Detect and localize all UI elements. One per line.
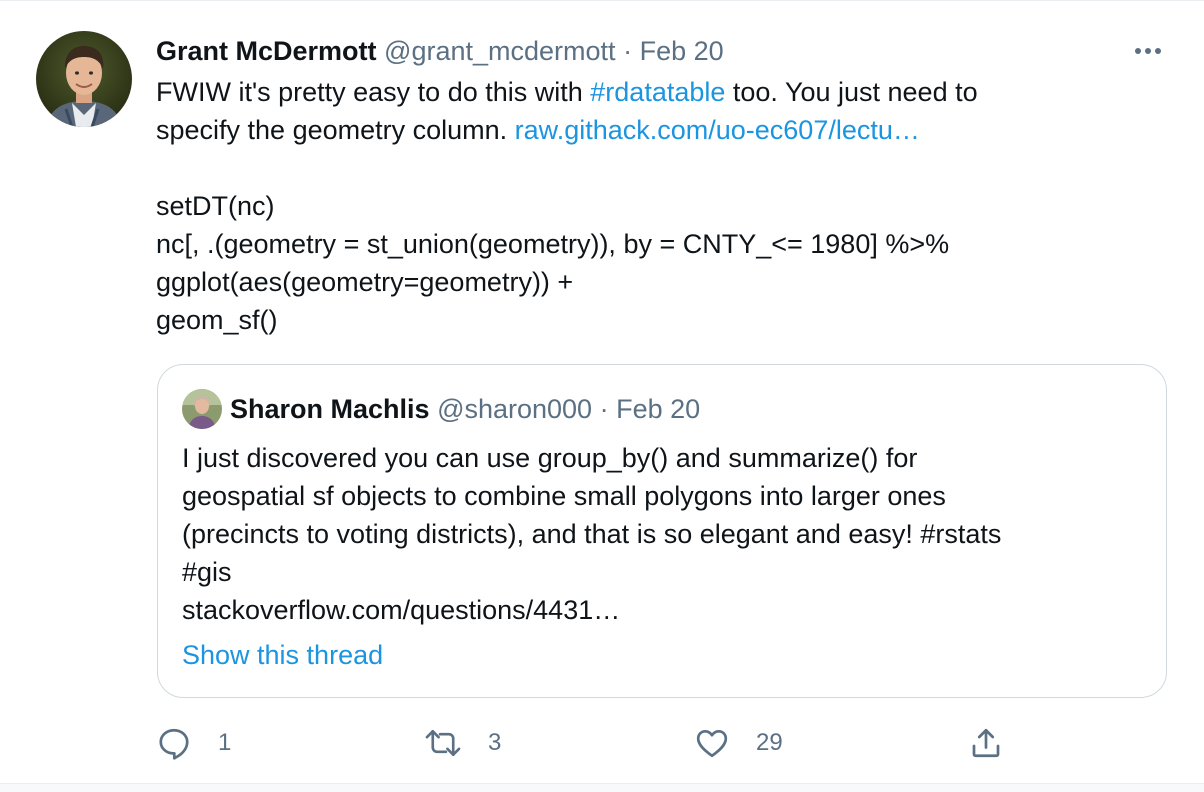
hashtag-link[interactable]: #rdatatable — [590, 77, 725, 107]
share-button[interactable] — [968, 721, 1004, 765]
tweet-actions: 1 3 29 — [156, 721, 1016, 765]
text-segment: specify the geometry column. — [156, 115, 515, 145]
quoted-tweet-text: I just discovered you can use group_by()… — [182, 439, 1152, 629]
retweet-icon — [425, 729, 461, 757]
text-segment: too. You just need to — [725, 77, 978, 107]
quoted-tweet[interactable]: Sharon Machlis @sharon000 · Feb 20 I jus… — [157, 364, 1167, 698]
tweet-text: FWIW it's pretty easy to do this with #r… — [156, 73, 1166, 339]
header-separator: · — [623, 36, 633, 66]
reply-icon — [159, 728, 189, 760]
quoted-text-line: I just discovered you can use group_by()… — [182, 443, 918, 473]
quoted-text-line: #gis — [182, 557, 232, 587]
quoted-text-line: geospatial sf objects to combine small p… — [182, 481, 946, 511]
code-line: nc[, .(geometry = st_union(geometry)), b… — [156, 229, 950, 259]
tweet-date[interactable]: Feb 20 — [640, 36, 724, 66]
retweet-count: 3 — [488, 729, 502, 756]
tweet-text-line: specify the geometry column. raw.githack… — [156, 111, 1166, 149]
retweet-button[interactable]: 3 — [424, 721, 501, 765]
share-icon — [972, 728, 1000, 758]
quoted-text-line: (precincts to voting districts), and tha… — [182, 519, 1002, 549]
quoted-author-name[interactable]: Sharon Machlis — [230, 394, 430, 424]
heart-icon — [696, 729, 728, 758]
tweet-text-line: FWIW it's pretty easy to do this with #r… — [156, 73, 1166, 111]
header-separator: · — [599, 394, 609, 424]
like-count: 29 — [756, 729, 783, 756]
quoted-tweet-header: Sharon Machlis @sharon000 · Feb 20 — [230, 391, 700, 427]
reply-count: 1 — [218, 729, 232, 756]
quoted-author-avatar[interactable] — [182, 389, 222, 429]
author-name[interactable]: Grant McDermott — [156, 36, 377, 66]
text-segment: FWIW it's pretty easy to do this with — [156, 77, 591, 107]
more-options-button[interactable] — [1128, 37, 1168, 65]
quoted-text-line: stackoverflow.com/questions/4431… — [182, 595, 621, 625]
url-link[interactable]: raw.githack.com/uo-ec607/lectu… — [515, 115, 920, 145]
author-handle[interactable]: @grant_mcdermott — [384, 36, 616, 66]
more-horizontal-icon — [1135, 48, 1161, 54]
code-line: ggplot(aes(geometry=geometry)) + — [156, 267, 574, 297]
like-button[interactable]: 29 — [694, 721, 783, 765]
code-line: setDT(nc) — [156, 191, 275, 221]
quoted-author-handle[interactable]: @sharon000 — [437, 394, 592, 424]
reply-button[interactable]: 1 — [156, 721, 231, 765]
quoted-tweet-date[interactable]: Feb 20 — [616, 394, 700, 424]
author-avatar[interactable] — [36, 31, 132, 127]
feed-divider — [0, 783, 1204, 792]
tweet-header: Grant McDermott @grant_mcdermott · Feb 2… — [156, 33, 724, 69]
show-thread-link[interactable]: Show this thread — [182, 637, 383, 673]
tweet[interactable]: Grant McDermott @grant_mcdermott · Feb 2… — [0, 0, 1204, 792]
code-line: geom_sf() — [156, 305, 278, 335]
